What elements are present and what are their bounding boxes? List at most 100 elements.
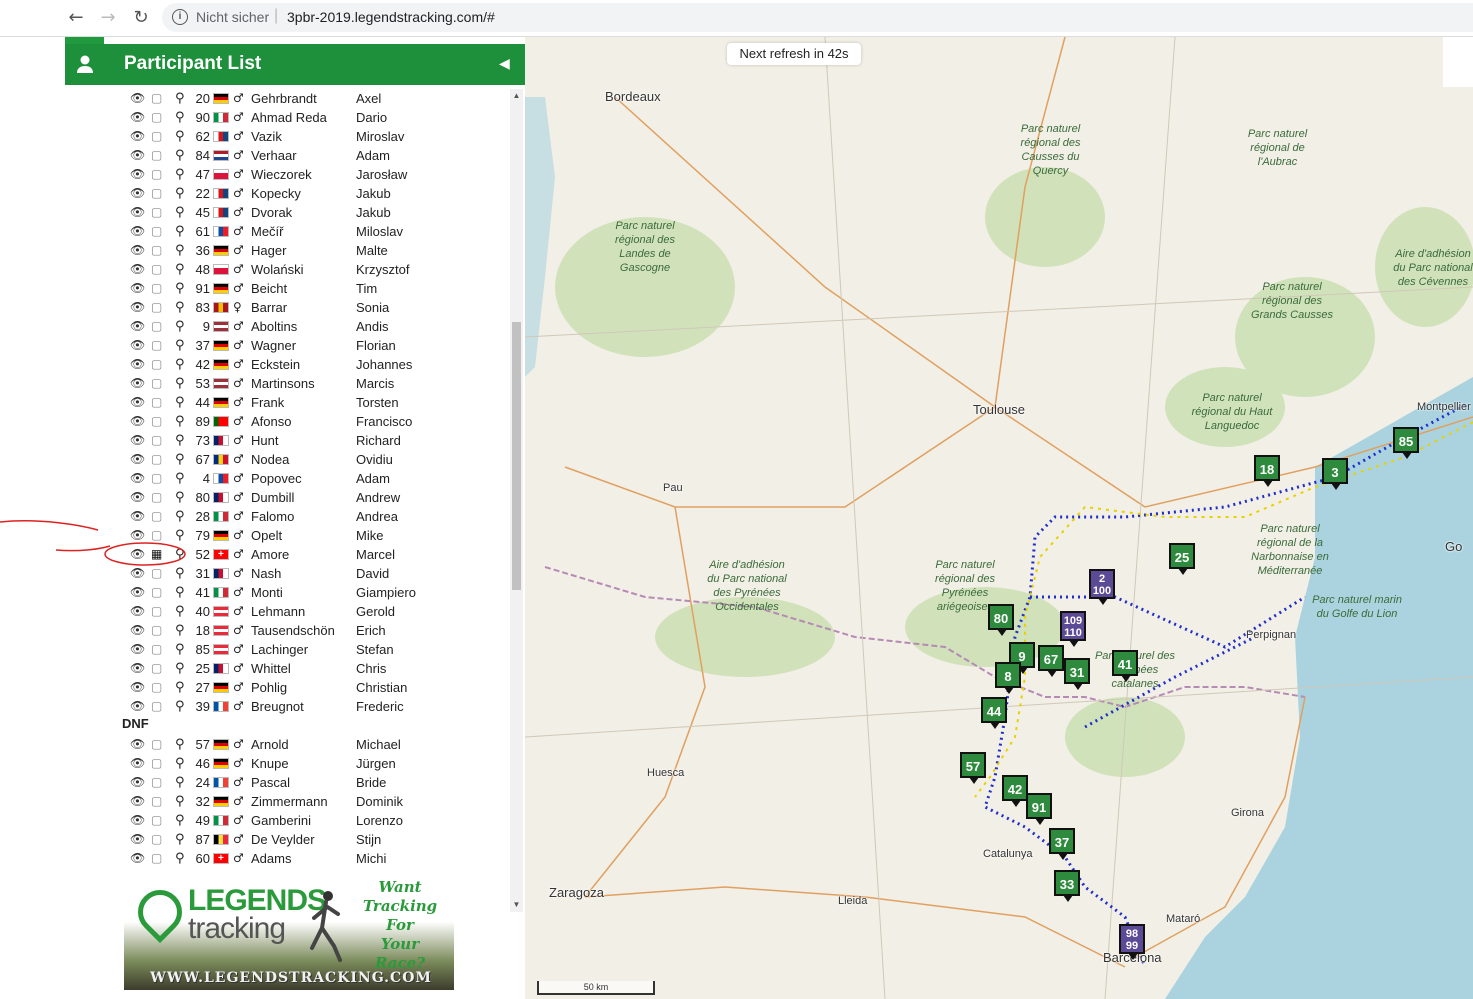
eye-icon[interactable]: 👁 xyxy=(130,203,145,222)
participant-row[interactable]: 👁 ▢ ⚲ 45 ♂ Dvorak Jakub xyxy=(120,203,510,222)
map-icon[interactable]: ▢ xyxy=(151,374,162,393)
eye-icon[interactable]: 👁 xyxy=(130,659,145,678)
participant-row[interactable]: 👁 ▢ ⚲ 41 ♂ Monti Giampiero xyxy=(120,583,510,602)
search-icon[interactable]: ⚲ xyxy=(175,279,185,298)
participant-row[interactable]: 👁 ▢ ⚲ 84 ♂ Verhaar Adam xyxy=(120,146,510,165)
back-button[interactable]: ← xyxy=(64,6,88,30)
last-name[interactable]: Whittel xyxy=(251,659,291,678)
first-name[interactable]: Miroslav xyxy=(356,127,404,146)
search-icon[interactable]: ⚲ xyxy=(175,298,185,317)
search-icon[interactable]: ⚲ xyxy=(175,583,185,602)
security-status[interactable]: Nicht sicher xyxy=(196,9,269,25)
first-name[interactable]: Jürgen xyxy=(356,754,396,773)
search-icon[interactable]: ⚲ xyxy=(175,317,185,336)
search-icon[interactable]: ⚲ xyxy=(175,89,185,108)
participant-row[interactable]: 👁 ▢ ⚲ 47 ♂ Wieczorek Jarosław xyxy=(120,165,510,184)
participant-row[interactable]: 👁 ▢ ⚲ 32 ♂ Zimmermann Dominik xyxy=(120,792,510,811)
map-icon[interactable]: ▢ xyxy=(151,659,162,678)
last-name[interactable]: Popovec xyxy=(251,469,302,488)
last-name[interactable]: Amore xyxy=(251,545,289,564)
search-icon[interactable]: ⚲ xyxy=(175,849,185,868)
first-name[interactable]: Malte xyxy=(356,241,388,260)
map-icon[interactable]: ▢ xyxy=(151,602,162,621)
first-name[interactable]: Torsten xyxy=(356,393,399,412)
participant-row[interactable]: 👁 ▢ ⚲ 67 ♂ Nodea Ovidiu xyxy=(120,450,510,469)
first-name[interactable]: Florian xyxy=(356,336,396,355)
participant-row[interactable]: 👁 ▢ ⚲ 40 ♂ Lehmann Gerold xyxy=(120,602,510,621)
eye-icon[interactable]: 👁 xyxy=(130,792,145,811)
list-scrollbar[interactable]: ▲ ▼ xyxy=(510,89,523,912)
reload-button[interactable]: ↻ xyxy=(129,6,153,30)
last-name[interactable]: Nodea xyxy=(251,450,289,469)
last-name[interactable]: Beicht xyxy=(251,279,287,298)
first-name[interactable]: Jarosław xyxy=(356,165,407,184)
map-icon[interactable]: ▢ xyxy=(151,735,162,754)
first-name[interactable]: Axel xyxy=(356,89,381,108)
participant-row[interactable]: 👁 ▢ ⚲ 22 ♂ Kopecky Jakub xyxy=(120,184,510,203)
search-icon[interactable]: ⚲ xyxy=(175,165,185,184)
map-icon[interactable]: ▢ xyxy=(151,241,162,260)
eye-icon[interactable]: 👁 xyxy=(130,222,145,241)
eye-icon[interactable]: 👁 xyxy=(130,469,145,488)
participant-marker[interactable]: 109 110 xyxy=(1060,611,1086,647)
eye-icon[interactable]: 👁 xyxy=(130,773,145,792)
participant-row[interactable]: 👁 ▢ ⚲ 25 ♂ Whittel Chris xyxy=(120,659,510,678)
participant-row[interactable]: 👁 ▢ ⚲ 73 ♂ Hunt Richard xyxy=(120,431,510,450)
first-name[interactable]: Chris xyxy=(356,659,386,678)
participant-marker[interactable]: 33 xyxy=(1054,870,1080,902)
first-name[interactable]: Giampiero xyxy=(356,583,416,602)
address-bar[interactable]: i Nicht sicher | 3pbr-2019.legendstracki… xyxy=(162,3,1473,32)
search-icon[interactable]: ⚲ xyxy=(175,773,185,792)
map-icon[interactable]: ▢ xyxy=(151,830,162,849)
last-name[interactable]: Tausendschön xyxy=(251,621,335,640)
map-icon[interactable]: ▢ xyxy=(151,146,162,165)
map-icon[interactable]: ▢ xyxy=(151,222,162,241)
map-icon[interactable]: ▢ xyxy=(151,165,162,184)
search-icon[interactable]: ⚲ xyxy=(175,412,185,431)
eye-icon[interactable]: 👁 xyxy=(130,298,145,317)
eye-icon[interactable]: 👁 xyxy=(130,811,145,830)
last-name[interactable]: Nash xyxy=(251,564,281,583)
eye-icon[interactable]: 👁 xyxy=(130,735,145,754)
eye-icon[interactable]: 👁 xyxy=(130,355,145,374)
map-icon[interactable]: ▢ xyxy=(151,450,162,469)
search-icon[interactable]: ⚲ xyxy=(175,108,185,127)
map-icon[interactable]: ▢ xyxy=(151,431,162,450)
last-name[interactable]: Dumbill xyxy=(251,488,294,507)
map-icon[interactable]: ▢ xyxy=(151,754,162,773)
first-name[interactable]: Bride xyxy=(356,773,386,792)
participant-row[interactable]: 👁 ▢ ⚲ 39 ♂ Breugnot Frederic xyxy=(120,697,510,716)
search-icon[interactable]: ⚲ xyxy=(175,640,185,659)
participant-marker[interactable]: 80 xyxy=(988,604,1014,636)
search-icon[interactable]: ⚲ xyxy=(175,355,185,374)
participant-row[interactable]: 👁 ▢ ⚲ 49 ♂ Gamberini Lorenzo xyxy=(120,811,510,830)
search-icon[interactable]: ⚲ xyxy=(175,792,185,811)
map-icon[interactable]: ▢ xyxy=(151,811,162,830)
participant-marker[interactable]: 41 xyxy=(1112,650,1138,682)
last-name[interactable]: Vazik xyxy=(251,127,282,146)
first-name[interactable]: Krzysztof xyxy=(356,260,409,279)
participant-marker[interactable]: 37 xyxy=(1049,828,1075,860)
participant-row[interactable]: 👁 ▢ ⚲ 61 ♂ Mečíř Miloslav xyxy=(120,222,510,241)
last-name[interactable]: Opelt xyxy=(251,526,282,545)
eye-icon[interactable]: 👁 xyxy=(130,678,145,697)
first-name[interactable]: Andrea xyxy=(356,507,398,526)
eye-icon[interactable]: 👁 xyxy=(130,621,145,640)
eye-icon[interactable]: 👁 xyxy=(130,317,145,336)
last-name[interactable]: Pascal xyxy=(251,773,290,792)
first-name[interactable]: Ovidiu xyxy=(356,450,393,469)
participant-marker[interactable]: 57 xyxy=(960,752,986,784)
first-name[interactable]: Johannes xyxy=(356,355,412,374)
last-name[interactable]: Aboltins xyxy=(251,317,297,336)
map-icon[interactable]: ▢ xyxy=(151,89,162,108)
first-name[interactable]: Stefan xyxy=(356,640,394,659)
map-icon[interactable]: ▢ xyxy=(151,621,162,640)
last-name[interactable]: Dvorak xyxy=(251,203,292,222)
first-name[interactable]: Michael xyxy=(356,735,401,754)
participant-row[interactable]: 👁 ▢ ⚲ 89 ♂ Afonso Francisco xyxy=(120,412,510,431)
participant-row[interactable]: 👁 ▢ ⚲ 83 ♀ Barrar Sonia xyxy=(120,298,510,317)
eye-icon[interactable]: 👁 xyxy=(130,89,145,108)
eye-icon[interactable]: 👁 xyxy=(130,697,145,716)
forward-button[interactable]: → xyxy=(96,6,120,30)
participant-row[interactable]: 👁 ▢ ⚲ 60 + ♂ Adams Michi xyxy=(120,849,510,868)
